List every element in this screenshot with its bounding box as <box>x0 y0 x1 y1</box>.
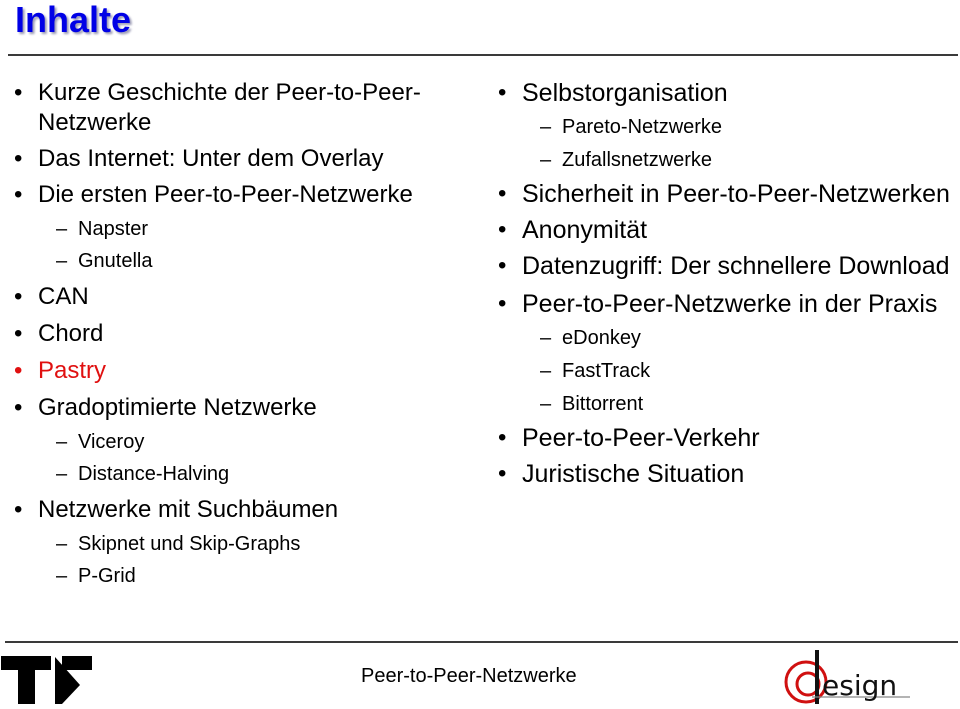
list-item: • Gradoptimierte Netzwerke <box>14 393 474 423</box>
bullet-icon: • <box>14 145 23 172</box>
bullet-icon: • <box>14 394 23 421</box>
sub-list-item: – FastTrack <box>498 358 958 384</box>
item-text: FastTrack <box>562 360 651 382</box>
list-item: • Sicherheit in Peer-to-Peer-Netzwerken <box>498 179 958 209</box>
item-text: Gradoptimierte Netzwerke <box>38 394 317 421</box>
bullet-icon: • <box>14 79 23 106</box>
list-item-highlighted: • Pastry <box>14 356 474 386</box>
item-text: Skipnet und Skip-Graphs <box>78 533 301 555</box>
bullet-icon: • <box>498 290 507 317</box>
item-text: CAN <box>38 283 89 310</box>
dash-icon: – <box>56 463 68 485</box>
list-item: • Kurze Geschichte der Peer-to-Peer-Netzw… <box>14 78 474 138</box>
dash-icon: – <box>56 218 68 240</box>
list-item: • Peer-to-Peer-Verkehr <box>498 423 958 453</box>
sub-list-item: – Pareto-Netzwerke <box>498 114 958 140</box>
bullet-icon: • <box>498 460 507 487</box>
bullet-icon: • <box>498 79 507 106</box>
list-item: • CAN <box>14 282 474 312</box>
sub-list-item: – eDonkey <box>498 325 958 351</box>
item-text: eDonkey <box>562 327 641 349</box>
item-text: Peer-to-Peer-Netzwerke in der Praxis <box>522 290 938 318</box>
bullet-icon: • <box>14 496 23 523</box>
item-text: Pareto-Netzwerke <box>562 116 723 138</box>
item-text: Peer-to-Peer-Verkehr <box>522 424 760 452</box>
item-text: Distance-Halving <box>78 463 230 485</box>
sub-list-item: – Viceroy <box>14 429 474 455</box>
left-content-list: • Kurze Geschichte der Peer-to-Peer-Netzw… <box>14 78 474 589</box>
item-text: P-Grid <box>78 565 136 587</box>
dash-icon: – <box>56 250 68 272</box>
sub-list-item: – Skipnet und Skip-Graphs <box>14 531 474 557</box>
right-content-list: • Selbstorganisation – Pareto-Netzwerke – Z… <box>498 78 958 489</box>
item-text: Die ersten Peer-to-Peer-Netzwerke <box>38 181 413 208</box>
sub-list-item: – Napster <box>14 216 474 242</box>
bullet-icon: • <box>14 283 23 310</box>
item-text: Kurze Geschichte der Peer-to-Peer-Netzwe… <box>38 79 421 136</box>
bullet-icon: • <box>498 216 507 243</box>
sub-list-item: – P-Grid <box>14 563 474 589</box>
bullet-icon: • <box>14 181 23 208</box>
item-text: Das Internet: Unter dem Overlay <box>38 145 384 172</box>
item-text: Netzwerke mit Suchbäumen <box>38 496 339 523</box>
item-text: Juristische Situation <box>522 460 745 488</box>
item-text: Gnutella <box>78 250 153 272</box>
title-divider <box>8 54 958 56</box>
list-item: • Netzwerke mit Suchbäumen <box>14 495 474 525</box>
sub-list-item: – Bittorrent <box>498 391 958 417</box>
list-item: • Das Internet: Unter dem Overlay <box>14 144 474 174</box>
dash-icon: – <box>56 533 68 555</box>
dash-icon: – <box>56 565 68 587</box>
design-logo-text: esign <box>822 669 897 702</box>
bullet-icon: • <box>14 357 23 384</box>
sub-list-item: – Zufallsnetzwerke <box>498 147 958 173</box>
item-text: Datenzugriff: Der schnellere Download <box>522 252 950 280</box>
item-text: Viceroy <box>78 431 145 453</box>
item-text: Bittorrent <box>562 393 644 415</box>
design-logo-icon: esign <box>780 648 920 709</box>
dash-icon: – <box>540 149 552 171</box>
list-item: • Datenzugriff: Der schnellere Download <box>498 251 958 281</box>
dash-icon: – <box>56 431 68 453</box>
item-text: Napster <box>78 218 149 240</box>
list-item: • Die ersten Peer-to-Peer-Netzwerke <box>14 180 474 210</box>
item-text: Pastry <box>38 357 107 384</box>
item-text: Selbstorganisation <box>522 79 728 107</box>
footer-divider <box>5 641 958 643</box>
tu-logo-icon <box>0 655 95 709</box>
list-item: • Juristische Situation <box>498 459 958 489</box>
item-text: Sicherheit in Peer-to-Peer-Netzwerken <box>522 180 950 208</box>
list-item: • Chord <box>14 319 474 349</box>
sub-list-item: – Gnutella <box>14 248 474 274</box>
bullet-icon: • <box>14 320 23 347</box>
list-item: • Selbstorganisation <box>498 78 958 108</box>
list-item: • Anonymität <box>498 215 958 245</box>
item-text: Anonymität <box>522 216 648 244</box>
list-item: • Peer-to-Peer-Netzwerke in der Praxis <box>498 289 958 319</box>
item-text: Chord <box>38 320 104 347</box>
dash-icon: – <box>540 327 552 349</box>
dash-icon: – <box>540 360 552 382</box>
footer-title: Peer-to-Peer-Netzwerke <box>361 665 577 687</box>
bullet-icon: • <box>498 180 507 207</box>
bullet-icon: • <box>498 424 507 451</box>
sub-list-item: – Distance-Halving <box>14 461 474 487</box>
bullet-icon: • <box>498 252 507 279</box>
dash-icon: – <box>540 393 552 415</box>
slide-title: Inhalte <box>15 0 132 40</box>
item-text: Zufallsnetzwerke <box>562 149 713 171</box>
dash-icon: – <box>540 116 552 138</box>
